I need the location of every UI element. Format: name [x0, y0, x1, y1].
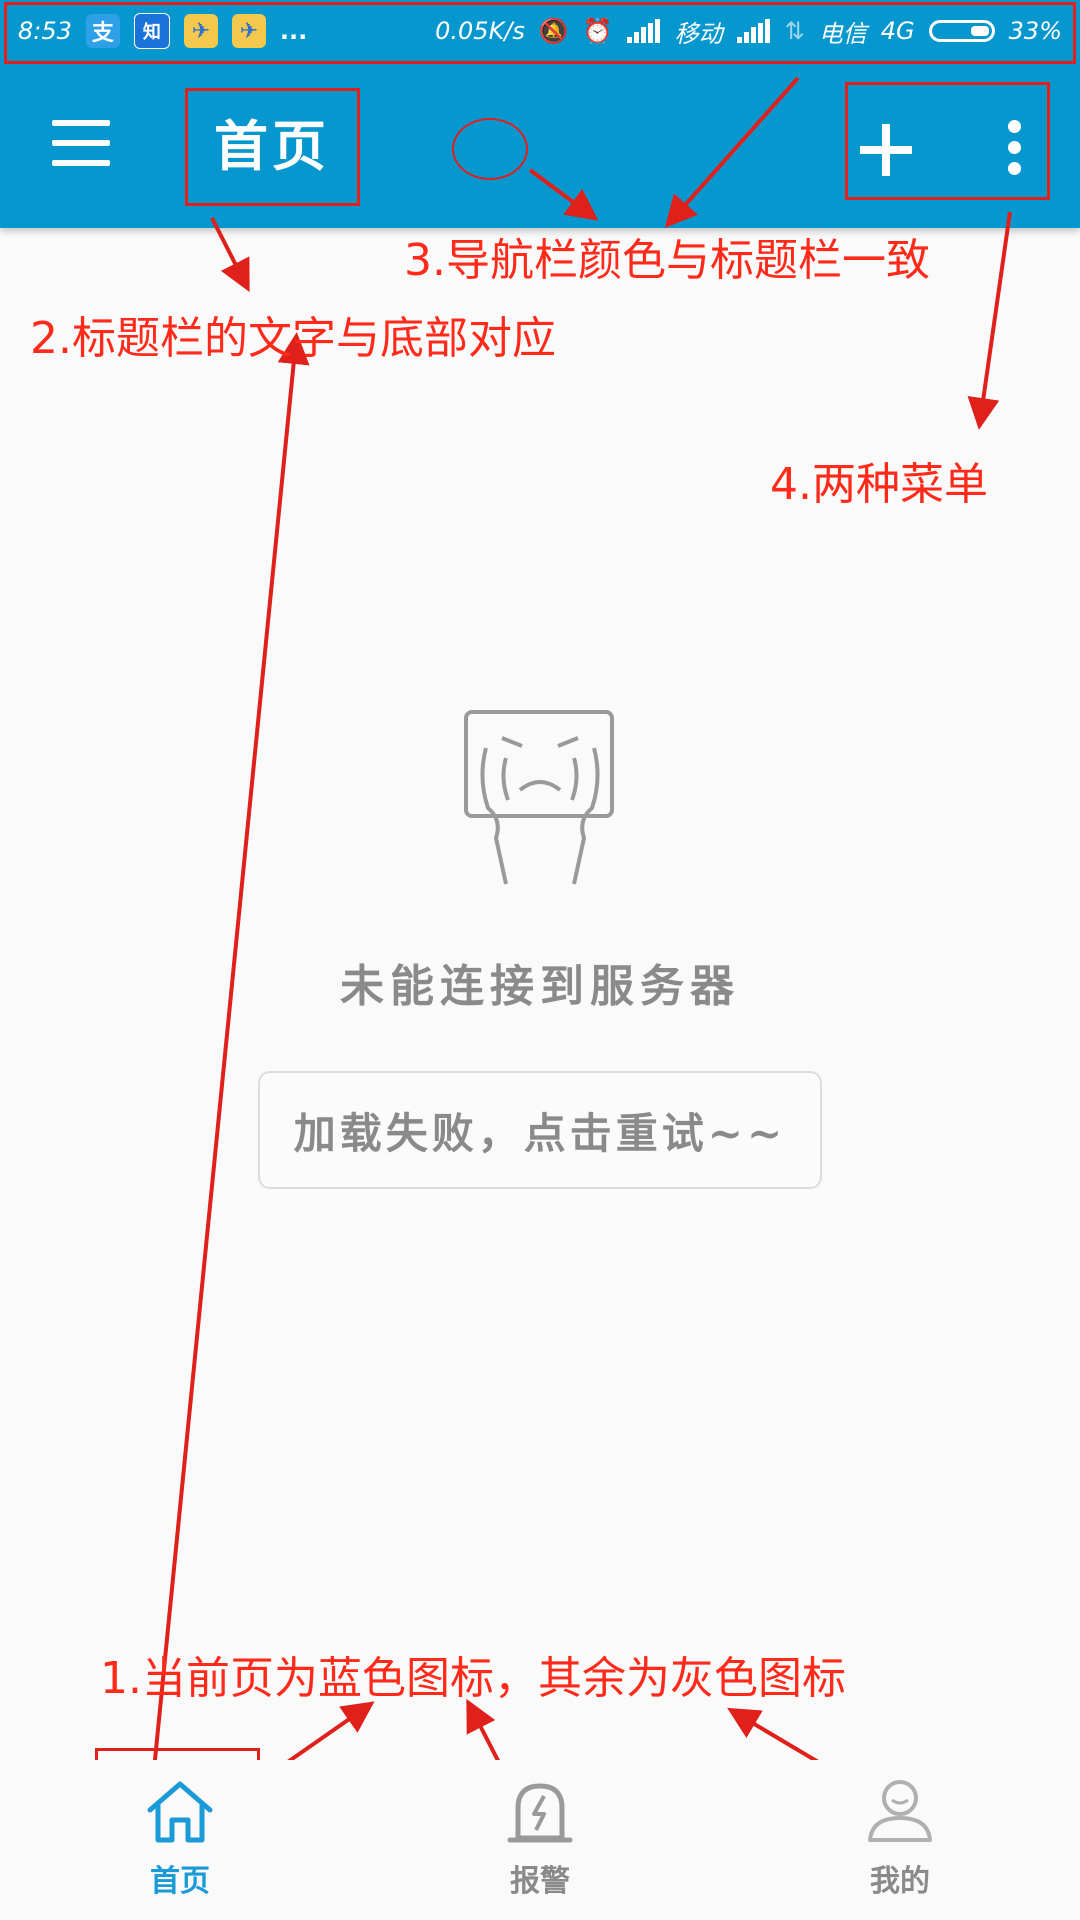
nav-label-home: 首页: [150, 1864, 210, 1899]
profile-icon: [868, 1780, 932, 1842]
nav-item-alarm[interactable]: 报警: [440, 1760, 640, 1920]
nav-label-profile: 我的: [870, 1864, 930, 1899]
error-message: 未能连接到服务器: [340, 961, 740, 1012]
annotation-box-menus: [845, 82, 1050, 200]
annotation-box-title: [185, 88, 360, 206]
home-icon: [147, 1781, 213, 1843]
nav-label-alarm: 报警: [510, 1864, 570, 1899]
annotation-2: 2.标题栏的文字与底部对应: [30, 313, 556, 364]
annotation-4: 4.两种菜单: [770, 459, 988, 510]
annotation-box-status-bar: [4, 2, 1076, 64]
annotation-circle: [452, 118, 528, 180]
bottom-nav: 首页 报警 我的: [0, 1760, 1080, 1920]
annotation-1: 1.当前页为蓝色图标，其余为灰色图标: [100, 1653, 846, 1704]
nav-item-home[interactable]: 首页: [80, 1760, 280, 1920]
retry-button[interactable]: 加载失败，点击重试~~: [258, 1071, 822, 1189]
menu-icon[interactable]: [52, 120, 112, 166]
alarm-icon: [507, 1783, 573, 1843]
crying-face-icon: [464, 710, 614, 885]
annotation-3: 3.导航栏颜色与标题栏一致: [404, 235, 930, 286]
nav-item-profile[interactable]: 我的: [800, 1760, 1000, 1920]
